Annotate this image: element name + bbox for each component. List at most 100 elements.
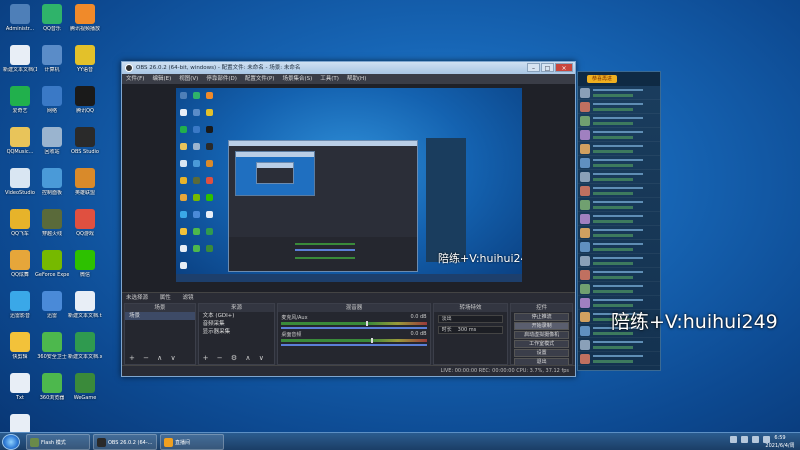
desktop-icon[interactable]: QQMusic... bbox=[3, 127, 37, 155]
desktop-icon[interactable]: GeForce Experience bbox=[35, 250, 69, 278]
preview-overlay-text: 陪练+V:huihui249 bbox=[438, 252, 522, 265]
minimize-button[interactable]: – bbox=[527, 63, 540, 72]
qq-buddy-row[interactable] bbox=[578, 268, 660, 282]
menu-item[interactable]: 编辑(E) bbox=[152, 74, 171, 84]
volume-slider[interactable] bbox=[281, 327, 427, 329]
source-item[interactable]: 音频采集 bbox=[199, 320, 275, 328]
filters-button[interactable]: 滤镜 bbox=[183, 295, 194, 301]
qq-buddy-row[interactable] bbox=[578, 100, 660, 114]
desktop-icon[interactable]: QQ音乐 bbox=[35, 4, 69, 32]
qq-buddy-row[interactable] bbox=[578, 198, 660, 212]
buddy-name-line bbox=[593, 229, 643, 231]
avatar bbox=[580, 186, 590, 196]
obs-preview[interactable]: 陪练+V:huihui249 bbox=[122, 84, 575, 292]
clock[interactable]: 6:59 2021/6/4/周六 bbox=[763, 434, 797, 450]
qq-buddy-row[interactable] bbox=[578, 114, 660, 128]
qq-buddy-row[interactable] bbox=[578, 86, 660, 100]
menu-item[interactable]: 工具(T) bbox=[320, 74, 339, 84]
desktop-icon-label: 爱奇艺 bbox=[12, 108, 28, 114]
menu-item[interactable]: 场景集合(S) bbox=[282, 74, 312, 84]
buddy-status-icons bbox=[593, 206, 633, 209]
mixer-dock: 混音器 麦克风/Aux 0.0 dB 桌面音频 0.0 dB bbox=[277, 303, 431, 365]
desktop-icon[interactable]: 穿越火线 bbox=[35, 209, 69, 237]
desktop-icon[interactable]: 计算机 bbox=[35, 45, 69, 73]
preview-desktop-icon bbox=[180, 211, 187, 218]
desktop-icon[interactable]: 网络 bbox=[35, 86, 69, 114]
control-button[interactable]: 启动虚拟摄像机 bbox=[514, 331, 569, 339]
nested-obs-window-inner bbox=[235, 151, 315, 196]
desktop-icon[interactable]: 360安全卫士 bbox=[35, 332, 69, 360]
properties-button[interactable]: 属性 bbox=[160, 295, 171, 301]
preview-desktop-icon bbox=[193, 177, 200, 184]
desktop-icon[interactable]: 英雄联盟 bbox=[68, 168, 102, 196]
avatar bbox=[580, 284, 590, 294]
avatar bbox=[580, 312, 590, 322]
menu-item[interactable]: 配置文件(P) bbox=[245, 74, 275, 84]
control-button[interactable]: 设置 bbox=[514, 349, 569, 357]
desktop-icon[interactable]: 微信 bbox=[68, 250, 102, 278]
control-button[interactable]: 停止推流 bbox=[514, 313, 569, 321]
qq-buddy-row[interactable] bbox=[578, 352, 660, 366]
desktop-icon[interactable]: 回收站 bbox=[35, 127, 69, 155]
qq-buddy-row[interactable] bbox=[578, 212, 660, 226]
volume-slider[interactable] bbox=[281, 344, 427, 346]
transition-duration[interactable]: 时长 300 ms bbox=[437, 326, 504, 334]
desktop-icon[interactable]: 快剪辑 bbox=[3, 332, 37, 360]
desktop-icon[interactable]: VideoStudio bbox=[3, 168, 37, 196]
source-item[interactable]: 文本 (GDI+) bbox=[199, 312, 275, 320]
avatar bbox=[580, 102, 590, 112]
start-button[interactable] bbox=[2, 434, 20, 450]
menu-item[interactable]: 视图(V) bbox=[179, 74, 198, 84]
desktop-icon[interactable]: 腾讯视频播放 bbox=[68, 4, 102, 32]
qq-buddy-row[interactable] bbox=[578, 142, 660, 156]
obs-title-bar[interactable]: OBS 26.0.2 (64-bit, windows) - 配置文件: 未命名… bbox=[122, 62, 575, 74]
desktop-icon[interactable]: OBS Studio bbox=[68, 127, 102, 155]
menu-item[interactable]: 文件(F) bbox=[126, 74, 144, 84]
taskbar-task[interactable]: 直播间 bbox=[160, 434, 224, 450]
desktop-icon[interactable]: 360浏览器 bbox=[35, 373, 69, 401]
buddy-status-icons bbox=[593, 346, 633, 349]
obs-window[interactable]: OBS 26.0.2 (64-bit, windows) - 配置文件: 未命名… bbox=[121, 61, 576, 377]
desktop-icon[interactable]: 迅雷影音 bbox=[3, 291, 37, 319]
source-item[interactable]: 显示器采集 bbox=[199, 328, 275, 336]
taskbar-task[interactable]: OBS 26.0.2 (64-... bbox=[93, 434, 157, 450]
qq-buddy-row[interactable] bbox=[578, 282, 660, 296]
qq-buddy-row[interactable] bbox=[578, 156, 660, 170]
maximize-button[interactable]: □ bbox=[541, 63, 554, 72]
qq-buddy-row[interactable] bbox=[578, 226, 660, 240]
app-icon bbox=[75, 168, 95, 188]
qq-badge[interactable]: 恭喜再进 bbox=[587, 75, 617, 83]
desktop-icon[interactable]: 爱奇艺 bbox=[3, 86, 37, 114]
qq-buddy-row[interactable] bbox=[578, 184, 660, 198]
menu-item[interactable]: 停靠部件(D) bbox=[206, 74, 237, 84]
tray-icon bbox=[752, 436, 759, 443]
control-button[interactable]: 开始录制 bbox=[514, 322, 569, 330]
qq-buddy-row[interactable] bbox=[578, 170, 660, 184]
qq-buddy-row[interactable] bbox=[578, 240, 660, 254]
close-button[interactable]: × bbox=[555, 63, 573, 72]
desktop-icon[interactable]: QQ飞车 bbox=[3, 209, 37, 237]
desktop-icon[interactable]: QQ炫舞 bbox=[3, 250, 37, 278]
desktop-icon[interactable]: 新建文本文档(1).txt bbox=[3, 45, 37, 73]
desktop-icon[interactable]: WeGame bbox=[68, 373, 102, 401]
desktop-icon[interactable]: 迅雷 bbox=[35, 291, 69, 319]
transition-select[interactable]: 淡出 bbox=[437, 315, 504, 323]
control-button[interactable]: 工作室模式 bbox=[514, 340, 569, 348]
desktop-icon[interactable]: Txt bbox=[3, 373, 37, 401]
qq-buddy-row[interactable] bbox=[578, 254, 660, 268]
desktop-icon[interactable]: QQ游戏 bbox=[68, 209, 102, 237]
scene-controls[interactable]: + − ∧ ∨ bbox=[129, 354, 179, 362]
desktop-icon[interactable]: Administr... bbox=[3, 4, 37, 32]
menu-item[interactable]: 帮助(H) bbox=[347, 74, 366, 84]
source-controls[interactable]: + − ⚙ ∧ ∨ bbox=[203, 354, 267, 362]
qq-buddy-row[interactable] bbox=[578, 338, 660, 352]
app-icon bbox=[42, 332, 62, 352]
desktop-icon[interactable]: 新建文本文档.xls bbox=[68, 332, 102, 360]
desktop-icon[interactable]: 控制面板 bbox=[35, 168, 69, 196]
taskbar-task[interactable]: Flash 模式 bbox=[26, 434, 90, 450]
scene-item[interactable]: 场景 bbox=[125, 312, 195, 320]
desktop-icon[interactable]: 新建文本文档.txt bbox=[68, 291, 102, 319]
qq-buddy-row[interactable] bbox=[578, 128, 660, 142]
desktop-icon[interactable]: YY语音 bbox=[68, 45, 102, 73]
desktop-icon[interactable]: 腾讯QQ bbox=[68, 86, 102, 114]
